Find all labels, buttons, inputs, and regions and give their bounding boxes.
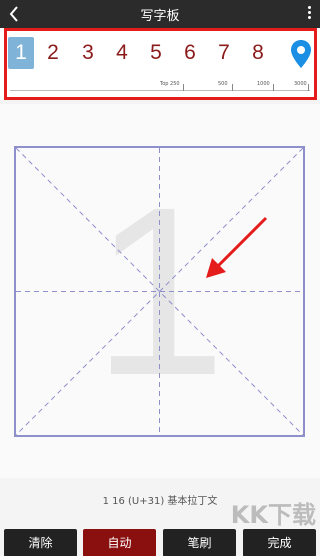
practice-grid[interactable]	[14, 146, 305, 437]
brush-button[interactable]: 笔刷	[163, 529, 236, 556]
grid-guides	[15, 147, 304, 436]
annotation-arrow-icon	[206, 216, 268, 278]
more-vertical-icon[interactable]	[306, 6, 312, 22]
highlight-box	[4, 28, 317, 100]
clear-button[interactable]: 清除	[4, 529, 77, 556]
watermark: KK下载	[230, 501, 316, 529]
auto-button[interactable]: 自动	[83, 529, 156, 556]
title-bar: 写字板	[0, 0, 320, 28]
page-title: 写字板	[140, 9, 180, 24]
action-bar: 清除 自动 笔刷 完成	[0, 526, 320, 556]
writing-canvas[interactable]: 1	[0, 104, 320, 478]
done-button[interactable]: 完成	[243, 529, 316, 556]
